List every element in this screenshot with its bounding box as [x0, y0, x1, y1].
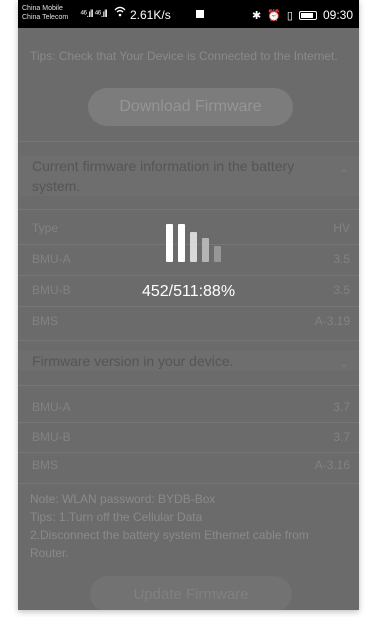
device-row-bmu-a: BMU-A 3.7 — [32, 397, 350, 419]
battery-icon — [298, 10, 317, 20]
notification-icon — [196, 10, 204, 18]
wlan-password-note: Note: WLAN password: BYDB-Box — [30, 492, 216, 506]
vibrate-icon: ▯ — [286, 9, 293, 22]
app-screen: China Mobile China Telecom ⁴⁶.ıll ⁴⁶.ıll… — [18, 0, 359, 610]
battery-firmware-title: Current firmware information in the batt… — [32, 158, 295, 194]
divider — [18, 483, 359, 484]
row-value: A-3.16 — [314, 458, 350, 472]
carrier-2: China Telecom — [22, 14, 69, 21]
bluetooth-icon: ✱ — [251, 9, 262, 22]
row-label: Type — [32, 221, 59, 235]
chevron-icon: ⌃ — [338, 362, 349, 376]
row-value: 3.7 — [333, 430, 350, 444]
alarm-icon: ⏰ — [267, 9, 281, 22]
loading-bar — [202, 238, 209, 262]
network-speed: 2.61K/s — [130, 8, 171, 22]
row-value: 3.5 — [333, 252, 350, 266]
row-value: HV — [333, 221, 350, 235]
wifi-icon — [114, 6, 126, 20]
tip-ethernet: 2.Disconnect the battery system Ethernet… — [30, 528, 309, 560]
divider — [18, 452, 359, 453]
firmware-page: Tips: Check that Your Device is Connecte… — [18, 28, 359, 610]
progress-text: 452/511:88% — [141, 283, 236, 300]
connection-tip: Tips: Check that Your Device is Connecte… — [30, 49, 338, 63]
carrier-1: China Mobile — [22, 5, 63, 12]
device-firmware-title: Firmware version in your device. — [32, 353, 234, 369]
divider — [18, 275, 359, 276]
update-firmware-button[interactable]: Update Firmware — [90, 576, 292, 610]
divider — [18, 422, 359, 423]
notes: Note: WLAN password: BYDB-Box Tips: 1.Tu… — [30, 490, 350, 562]
phone-frame: China Mobile China Telecom ⁴⁶.ıll ⁴⁶.ıll… — [0, 0, 368, 617]
row-label: BMS — [32, 458, 59, 472]
divider — [18, 385, 359, 386]
battery-row-bms: BMS A-3.19 — [32, 311, 350, 333]
loading-spinner-icon — [166, 222, 226, 262]
status-icons-right: ✱ ⏰ ▯ 09:30 — [252, 8, 353, 22]
divider — [18, 340, 359, 341]
cell-signal-icon: ⁴⁶.ıll ⁴⁶.ıll — [80, 9, 108, 20]
divider — [18, 306, 359, 307]
loading-bar — [190, 232, 197, 262]
loading-bar — [178, 224, 185, 262]
divider — [18, 209, 359, 210]
battery-firmware-header[interactable]: Current firmware information in the batt… — [18, 156, 359, 196]
download-firmware-button[interactable]: Download Firmware — [88, 88, 293, 126]
status-bar: China Mobile China Telecom ⁴⁶.ıll ⁴⁶.ıll… — [18, 0, 359, 28]
row-label: BMU-B — [32, 430, 71, 444]
row-label: BMS — [32, 314, 59, 328]
device-row-bmu-b: BMU-B 3.7 — [32, 427, 350, 449]
tip-cellular: Tips: 1.Turn off the Cellular Data — [30, 510, 203, 524]
divider — [18, 141, 359, 142]
row-value: A-3.19 — [314, 314, 350, 328]
device-row-bms: BMS A-3.16 — [32, 455, 350, 477]
row-label: BMU-A — [32, 400, 71, 414]
loading-bar — [214, 246, 221, 262]
row-value: 3.7 — [333, 400, 350, 414]
device-firmware-header[interactable]: Firmware version in your device. ⌃ — [18, 351, 359, 376]
carrier-labels: China Mobile China Telecom — [22, 4, 68, 22]
clock: 09:30 — [322, 8, 353, 22]
loading-bar — [166, 224, 173, 262]
chevron-icon: ⌃ — [338, 167, 349, 181]
row-label: BMU-A — [32, 252, 71, 266]
